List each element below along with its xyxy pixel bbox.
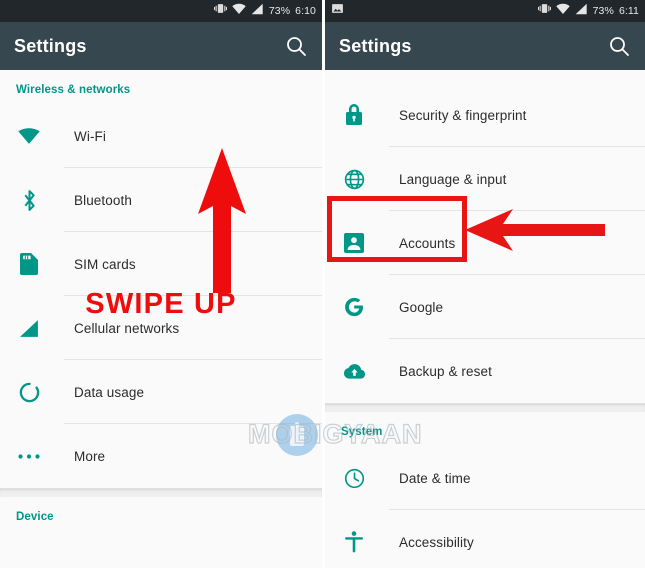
settings-row-label: Accounts	[399, 235, 456, 251]
settings-row-label: Date & time	[399, 470, 471, 486]
wifi-icon	[16, 127, 42, 145]
wifi-signal-icon	[555, 2, 570, 20]
right-settings-list: Security & fingerprint Language & input	[325, 83, 645, 568]
right-status-bar-system-icons: 73% 6:11	[537, 2, 639, 20]
settings-row-label: Google	[399, 299, 444, 315]
section-header-wireless: Wireless & networks	[16, 84, 131, 96]
settings-row-wifi[interactable]: Wi-Fi	[0, 104, 322, 168]
settings-row-more[interactable]: More	[0, 424, 322, 488]
more-dots-icon	[16, 453, 42, 460]
left-app-bar: Settings	[0, 22, 322, 70]
right-status-bar-notifications	[331, 2, 538, 20]
page-title: Settings	[339, 35, 412, 56]
status-bar-clock: 6:11	[618, 5, 639, 17]
section-separator	[0, 488, 322, 497]
settings-row-label: Security & fingerprint	[399, 107, 527, 123]
settings-row-label: Wi-Fi	[74, 128, 106, 144]
settings-row-label: More	[74, 448, 106, 464]
settings-row-security-fingerprint[interactable]: Security & fingerprint	[325, 83, 645, 147]
lock-icon	[341, 104, 367, 126]
cellular-networks-icon	[16, 319, 42, 338]
google-g-icon	[341, 296, 367, 318]
settings-row-label: SIM cards	[74, 256, 136, 272]
vibrate-icon	[213, 2, 227, 20]
clock-icon	[341, 468, 367, 489]
settings-row-google[interactable]: Google	[325, 275, 645, 339]
search-icon[interactable]	[284, 34, 308, 58]
settings-row-accessibility[interactable]: Accessibility	[325, 510, 645, 568]
account-person-icon	[341, 233, 367, 253]
settings-row-label: Accessibility	[399, 534, 474, 550]
sim-card-icon	[16, 253, 42, 275]
left-phone-panel: 73% 6:10 Settings Wireless & networks Wi…	[0, 0, 322, 568]
status-bar-clock: 6:10	[295, 5, 316, 17]
section-header-device: Device	[16, 511, 54, 523]
settings-row-language-input[interactable]: Language & input	[325, 147, 645, 211]
left-settings-list: Wireless & networks Wi-Fi Bluetooth SIM …	[0, 70, 322, 531]
settings-row-bluetooth[interactable]: Bluetooth	[0, 168, 322, 232]
accessibility-icon	[341, 531, 367, 553]
settings-row-label: Language & input	[399, 171, 507, 187]
left-status-bar-system-icons: 73% 6:10	[213, 2, 316, 20]
cellular-signal-icon	[251, 2, 264, 20]
settings-row-sim-cards[interactable]: SIM cards	[0, 232, 322, 296]
left-status-bar: 73% 6:10	[0, 0, 322, 22]
section-header-system: System	[341, 426, 383, 438]
bluetooth-icon	[16, 189, 42, 212]
battery-percent-label: 73%	[268, 5, 291, 17]
vibrate-icon	[537, 2, 551, 20]
settings-row-date-time[interactable]: Date & time	[325, 446, 645, 510]
right-phone-panel: 73% 6:11 Settings Security & fingerprint…	[325, 0, 645, 568]
data-usage-icon	[16, 382, 42, 403]
settings-row-label: Backup & reset	[399, 363, 492, 379]
screenshot-canvas: 73% 6:10 Settings Wireless & networks Wi…	[0, 0, 645, 568]
wifi-signal-icon	[232, 2, 246, 20]
settings-row-label: Data usage	[74, 384, 145, 400]
right-status-bar: 73% 6:11	[325, 0, 645, 22]
settings-row-label: Bluetooth	[74, 192, 132, 208]
cloud-upload-icon	[341, 363, 367, 380]
globe-icon	[341, 169, 367, 190]
screenshot-notification-icon	[331, 2, 344, 20]
settings-row-label: Cellular networks	[74, 320, 180, 336]
right-app-bar: Settings	[325, 22, 645, 70]
settings-row-accounts[interactable]: Accounts	[325, 211, 645, 275]
search-icon[interactable]	[607, 34, 631, 58]
page-title: Settings	[14, 35, 87, 56]
settings-row-cellular-networks[interactable]: Cellular networks	[0, 296, 322, 360]
battery-percent-label: 73%	[592, 5, 614, 17]
section-separator	[325, 403, 645, 412]
cellular-signal-icon	[575, 2, 588, 20]
settings-row-data-usage[interactable]: Data usage	[0, 360, 322, 424]
settings-row-backup-reset[interactable]: Backup & reset	[325, 339, 645, 403]
